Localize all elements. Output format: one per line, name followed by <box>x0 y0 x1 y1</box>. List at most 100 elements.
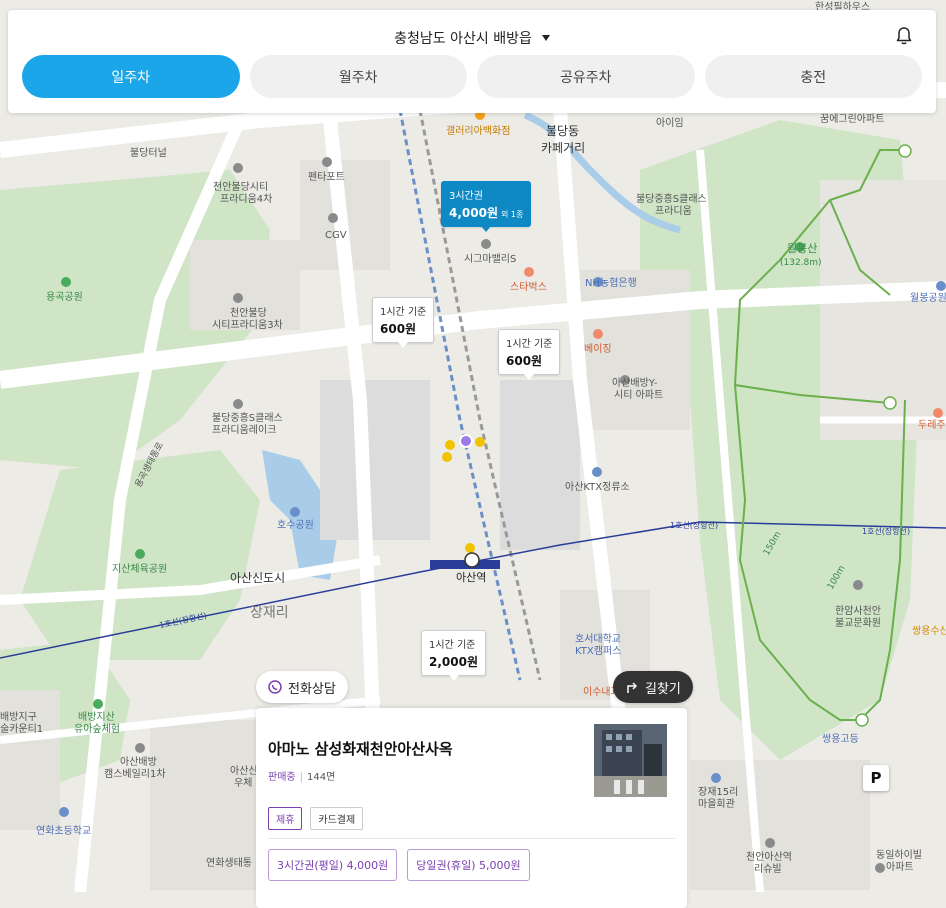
map-label: 베이징 <box>584 343 612 355</box>
poi-icon <box>290 507 300 517</box>
map-label: 아산배방Y- <box>612 377 658 389</box>
poi-icon <box>322 157 332 167</box>
price-marker[interactable]: 1시간 기준 600원 <box>498 329 561 380</box>
card-payment-tag: 카드결제 <box>310 807 364 830</box>
map-label: 천안불당시티 <box>213 181 268 193</box>
map-label: 우체 <box>234 777 252 789</box>
directions-button[interactable]: 길찾기 <box>613 671 693 703</box>
map-label: 펜타포트 <box>308 171 345 183</box>
parking-marker[interactable]: P <box>863 765 889 791</box>
price-marker[interactable]: 1시간 기준 600원 <box>372 297 435 348</box>
map-label: 한암사천안 <box>835 605 881 617</box>
marker-price: 600원 <box>380 322 417 336</box>
poi-icon <box>233 163 243 173</box>
map-label: 캠스베일리1차 <box>104 768 166 780</box>
poi-icon <box>59 807 69 817</box>
tab-charging[interactable]: 충전 <box>704 55 922 98</box>
map-label: 아산배방 <box>120 756 157 768</box>
ticket-option[interactable]: 당일권(휴일) 5,000원 <box>407 849 530 881</box>
map-label: 유아숲체험 <box>74 723 120 735</box>
transit-exit-icon <box>445 440 455 450</box>
map-label: 꿈에그린아파트 <box>820 113 884 125</box>
trail-arrow-icon <box>898 144 912 158</box>
price-marker-selected[interactable]: 3시간권 4,000원 외 1종 <box>441 181 532 232</box>
marker-extra: 외 1종 <box>501 210 524 219</box>
bell-icon[interactable] <box>894 26 914 46</box>
poi-icon <box>875 863 885 873</box>
current-location-icon <box>459 434 473 448</box>
directions-label: 길찾기 <box>645 681 681 697</box>
map-label: 아산KTX정류소 <box>565 481 630 493</box>
map-label: 1호선(장항선) <box>862 526 910 536</box>
map-label: 연화초등학교 <box>36 825 91 837</box>
map-label: 아산신도시 <box>230 571 285 585</box>
poi-icon <box>936 281 946 291</box>
map-label: 마을회관 <box>698 798 735 810</box>
marker-price: 600원 <box>506 354 543 368</box>
map-label: CGV <box>325 230 347 241</box>
poi-icon <box>135 549 145 559</box>
map-label: 연화생태통 <box>206 857 252 869</box>
map-label: 불당터널 <box>130 147 167 159</box>
map-label: 아산역 <box>456 571 486 584</box>
call-label: 전화상담 <box>288 681 336 697</box>
poi-icon <box>933 408 943 418</box>
map-label: 프라디움 <box>655 205 692 217</box>
search-header: 충청남도 아산시 배방읍 일주차 월주차 공유주차 충전 <box>8 10 936 113</box>
map-label: 불당동 <box>546 124 579 138</box>
map-label: 아산신 <box>230 765 258 777</box>
tag-list: 제휴 카드결제 <box>268 807 364 830</box>
map-label: 아이임 <box>656 116 684 129</box>
parking-detail-card[interactable]: 아마노 삼성화재천안아산사옥 판매중 | 144면 제휴 카드결제 3시간권(평일)… <box>256 708 687 908</box>
marker-label: 3시간권 <box>449 191 483 202</box>
map-label: 배방지산 <box>78 711 115 723</box>
map-label: 시그마밸리S <box>464 253 516 265</box>
map-label: NH농협은행 <box>585 276 637 289</box>
map-label: 호수공원 <box>277 519 314 531</box>
parking-type-tabs: 일주차 월주차 공유주차 충전 <box>22 55 922 98</box>
map-label: 술카운티1 <box>0 723 43 735</box>
status-divider: | <box>299 772 303 783</box>
poi-icon <box>593 329 603 339</box>
map-label: 불교문화원 <box>835 617 881 629</box>
tab-monthly[interactable]: 월주차 <box>249 55 467 98</box>
partner-tag: 제휴 <box>268 807 303 830</box>
map-label: 불당중흥S클래스 <box>636 192 707 205</box>
map-label: 동일하이빌 <box>876 848 922 861</box>
ticket-option[interactable]: 3시간권(평일) 4,000원 <box>268 849 398 881</box>
map-label: 장재15리 <box>698 786 738 798</box>
ticket-list: 3시간권(평일) 4,000원 당일권(휴일) 5,000원 <box>268 849 530 881</box>
location-selector[interactable]: 충청남도 아산시 배방읍 <box>8 28 936 48</box>
turn-right-arrow-icon <box>627 682 638 693</box>
marker-label: 1시간 기준 <box>429 640 476 651</box>
map-label: 프라디움레이크 <box>212 424 276 436</box>
transit-exit-icon <box>475 437 485 447</box>
map-label: 천안불당 <box>230 307 267 319</box>
map-label: 1호선(장항선) <box>670 520 718 530</box>
map-label: 호서대학교 <box>575 633 621 645</box>
line-1-icon <box>464 552 480 568</box>
trail-arrow-icon <box>883 396 897 410</box>
poi-icon <box>524 267 534 277</box>
poi-icon <box>481 239 491 249</box>
tab-daily[interactable]: 일주차 <box>22 55 240 98</box>
parking-photo[interactable] <box>594 724 667 797</box>
map-label: 천안아산역 <box>746 851 792 863</box>
tab-shared[interactable]: 공유주차 <box>477 55 695 98</box>
phone-icon <box>268 680 282 694</box>
marker-price: 4,000원 <box>449 206 498 220</box>
marker-label: 1시간 기준 <box>506 339 553 350</box>
chevron-down-icon <box>541 35 550 41</box>
map-label: 배방지구 <box>0 711 37 723</box>
map-label: 카페거리 <box>541 141 585 155</box>
marker-price: 2,000원 <box>429 655 478 669</box>
poi-icon <box>233 399 243 409</box>
poi-icon <box>93 699 103 709</box>
map-label: 리슈빌 <box>754 863 782 875</box>
parking-title: 아마노 삼성화재천안아산사옥 <box>268 740 453 758</box>
poi-icon <box>592 467 602 477</box>
poi-icon <box>61 277 71 287</box>
divider <box>268 838 675 839</box>
call-consult-button[interactable]: 전화상담 <box>256 671 348 703</box>
price-marker[interactable]: 1시간 기준 2,000원 <box>421 630 486 681</box>
